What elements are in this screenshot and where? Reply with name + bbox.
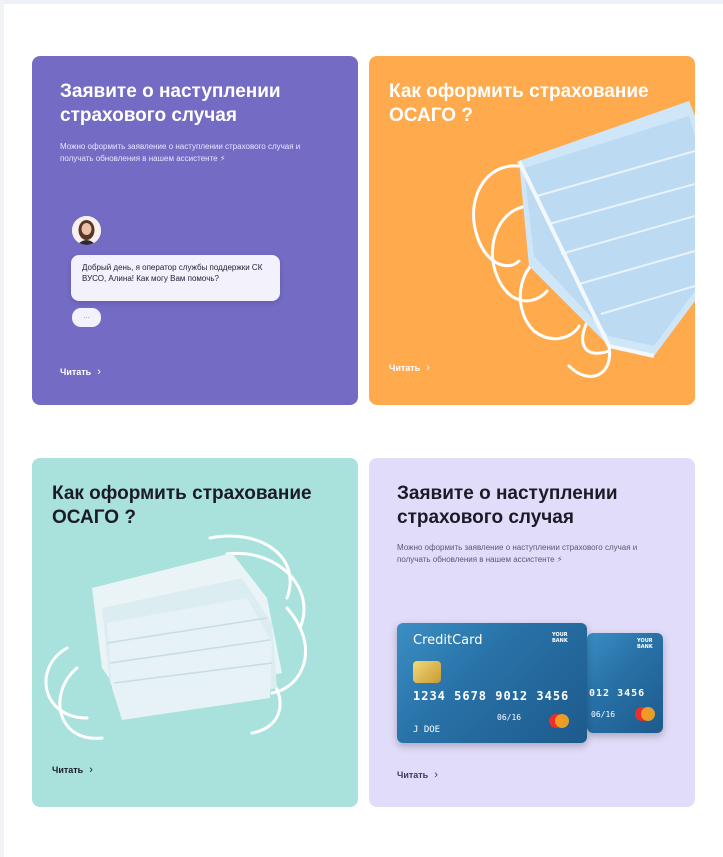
chat-message-bubble: Добрый день, я оператор службы поддержки… (71, 255, 280, 301)
card-number-partial: 012 3456 (589, 688, 646, 699)
top-border (0, 0, 723, 4)
card-claim-assistant[interactable]: Заявите о наступлении страхового случая … (32, 56, 358, 405)
card-number: 1234 5678 9012 3456 (413, 689, 570, 703)
typing-indicator: ... (72, 308, 101, 327)
bank-name: YOUR BANK (637, 638, 653, 650)
read-link[interactable]: Читать › (60, 366, 101, 378)
read-link-label: Читать (397, 770, 429, 780)
mastercard-icon (549, 714, 569, 728)
card-osago-howto-alt[interactable]: Как оформить страхование ОСАГО ? Читать … (32, 458, 358, 807)
card-title: Как оформить страхование ОСАГО ? (389, 81, 649, 126)
card-description: Можно оформить заявление о наступлении с… (397, 543, 638, 564)
read-link[interactable]: Читать › (389, 362, 430, 374)
card-title: Заявите о наступлении страхового случая (60, 81, 281, 126)
read-link-label: Читать (60, 367, 92, 377)
credit-card-image: CreditCard YOUR BANK 1234 5678 9012 3456… (397, 623, 587, 743)
chevron-right-icon: › (434, 769, 438, 781)
read-link-label: Читать (52, 765, 84, 775)
card-holder: J DOE (413, 725, 441, 735)
bank-name: YOUR BANK (552, 632, 568, 644)
chip-icon (413, 661, 441, 683)
chevron-right-icon: › (89, 764, 93, 776)
mastercard-icon (635, 707, 655, 721)
credit-card-back-image: YOUR BANK 012 3456 06/16 (587, 633, 663, 733)
card-expiry: 06/16 (591, 710, 616, 719)
card-brand: CreditCard (413, 633, 483, 648)
operator-avatar (72, 216, 101, 245)
card-title: Как оформить страхование ОСАГО ? (52, 483, 312, 528)
card-description: Можно оформить заявление о наступлении с… (60, 142, 301, 163)
card-expiry: 06/16 (497, 713, 522, 722)
card-osago-howto[interactable]: Как оформить страхование ОСАГО ? Читать … (369, 56, 695, 405)
card-title: Заявите о наступлении страхового случая (397, 483, 618, 528)
read-link[interactable]: Читать › (52, 764, 93, 776)
chevron-right-icon: › (426, 362, 430, 374)
left-border (0, 0, 4, 857)
card-claim-credit[interactable]: Заявите о наступлении страхового случая … (369, 458, 695, 807)
read-link-label: Читать (389, 363, 421, 373)
chevron-right-icon: › (97, 366, 101, 378)
read-link[interactable]: Читать › (397, 769, 438, 781)
